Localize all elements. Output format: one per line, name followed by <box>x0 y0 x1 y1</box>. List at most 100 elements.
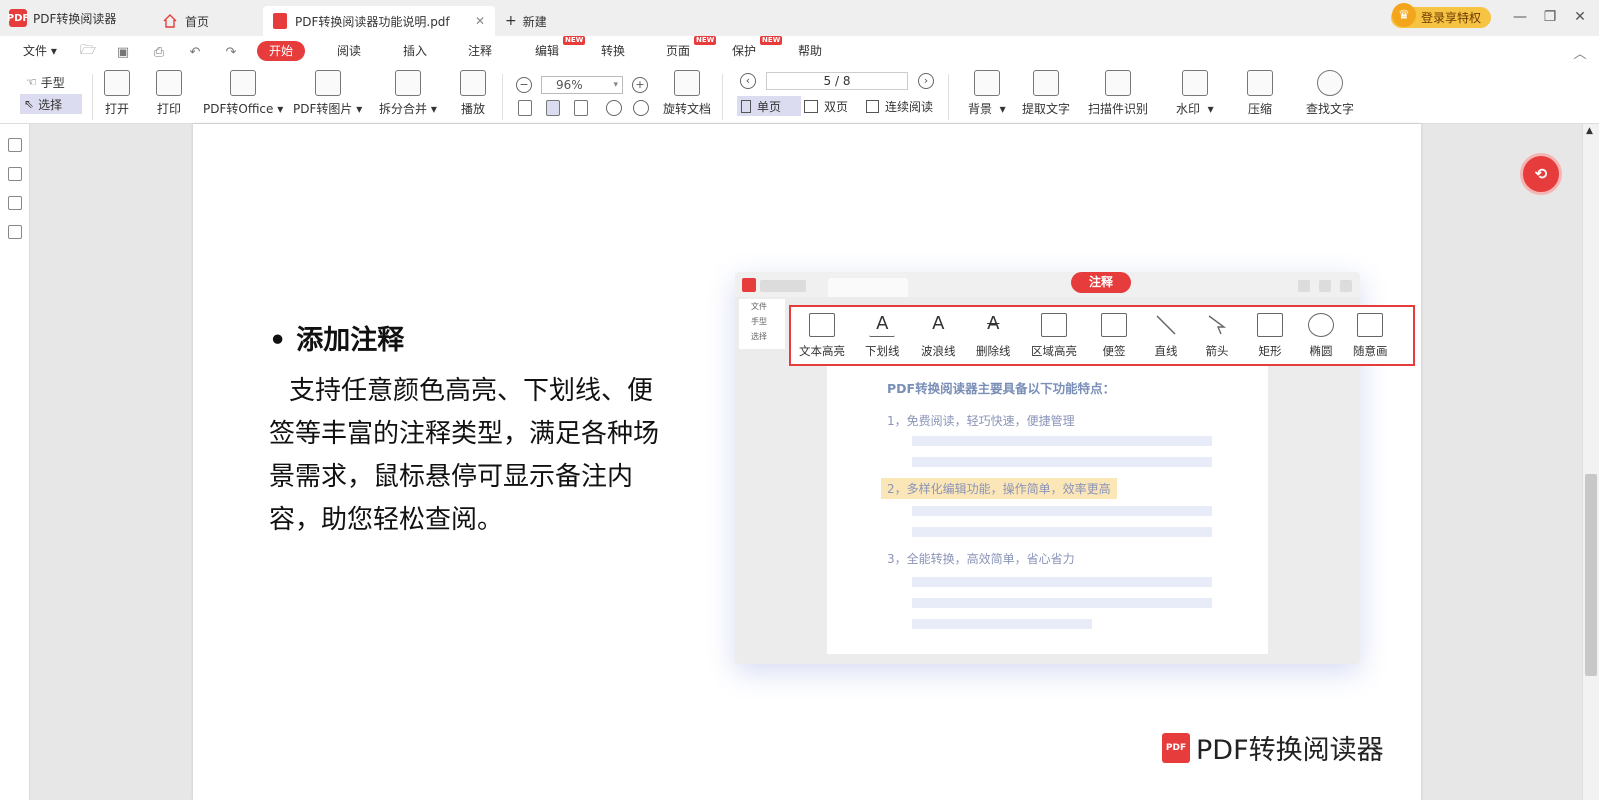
select-tool-button[interactable]: ⇖ 选择 <box>20 94 82 114</box>
menu-help[interactable]: 帮助 <box>798 41 822 61</box>
word-doc-icon <box>230 70 257 96</box>
close-window-button[interactable]: ✕ <box>1565 6 1595 28</box>
save-icon[interactable]: ▣ <box>115 44 131 60</box>
close-tab-icon[interactable]: ✕ <box>475 14 485 28</box>
pdf-to-image-button[interactable]: PDF转图片 ▾ <box>293 70 362 117</box>
search-icon[interactable] <box>8 225 22 239</box>
dropdown-arrow-icon: ▾ <box>427 102 437 116</box>
zoom-out-icon[interactable]: − <box>516 77 532 93</box>
text-highlight-icon <box>809 313 835 337</box>
restore-button[interactable]: ❐ <box>1535 6 1565 28</box>
prev-page-icon[interactable]: ‹ <box>740 73 756 89</box>
rotate-left-icon[interactable] <box>606 100 622 116</box>
scroll-up-icon[interactable]: ▲ <box>1586 126 1593 136</box>
plus-icon: + <box>505 13 517 29</box>
dropdown-arrow-icon: ▾ <box>1200 102 1214 116</box>
fit-width-icon[interactable] <box>574 100 588 116</box>
menu-annotate[interactable]: 注释 <box>468 41 492 61</box>
double-page-button[interactable]: 双页 <box>800 96 852 116</box>
image-doc-icon <box>314 70 341 96</box>
zoom-input[interactable]: 96% ▾ <box>541 76 623 94</box>
redo-icon[interactable]: ↷ <box>223 44 239 60</box>
tab-new[interactable]: + 新建 <box>495 6 585 36</box>
menu-read[interactable]: 阅读 <box>337 41 361 61</box>
continuous-read-label: 连续阅读 <box>885 99 934 114</box>
new-badge: NEW <box>694 36 717 45</box>
mock-doc-line: 1，免费阅读，轻巧快速，便捷管理 <box>887 414 1075 428</box>
annot-label: 箭头 <box>1205 344 1229 358</box>
floating-assistant-button[interactable]: ⟲ <box>1520 153 1562 195</box>
print-button[interactable]: 打印 <box>156 70 182 117</box>
file-menu-label: 文件 <box>23 44 48 58</box>
mock-title-placeholder <box>760 280 806 292</box>
next-page-icon[interactable]: › <box>918 73 934 89</box>
pdf-to-office-button[interactable]: PDF转Office ▾ <box>203 70 283 117</box>
scroll-thumb[interactable] <box>1585 474 1597 676</box>
thumbnails-icon[interactable] <box>8 167 22 181</box>
menu-bar: 文件 ▾ 🗁 ▣ ⎙ ↶ ↷ 开始 阅读 插入 注释 编辑 NEW 转换 页面 NE… <box>0 36 1599 66</box>
mock-window-button <box>1319 280 1331 292</box>
menu-start[interactable]: 开始 <box>257 41 306 61</box>
play-button-label: 播放 <box>460 102 485 116</box>
menu-insert[interactable]: 插入 <box>403 41 427 61</box>
annot-label: 随意画 <box>1353 344 1388 358</box>
minimize-button[interactable]: — <box>1505 6 1535 28</box>
play-button[interactable]: 播放 <box>460 70 486 117</box>
tab-document[interactable]: PDF转换阅读器功能说明.pdf ✕ <box>263 6 495 36</box>
hand-tool-button[interactable]: ☜ 手型 <box>22 72 69 92</box>
annot-ellipse: 椭圆 <box>1308 313 1334 359</box>
zoom-dropdown-icon[interactable]: ▾ <box>613 77 618 93</box>
mock-app-logo <box>742 278 756 292</box>
split-merge-button[interactable]: 拆分合并 ▾ <box>379 70 437 117</box>
single-page-button[interactable]: 单页 <box>737 96 801 116</box>
mock-text-bar <box>912 436 1212 446</box>
menu-convert[interactable]: 转换 <box>601 41 625 61</box>
app-logo-icon: PDF <box>7 9 29 27</box>
print-icon[interactable]: ⎙ <box>151 44 167 60</box>
document-page: • 添加注释 支持任意颜色高亮、下划线、便签等丰富的注释类型，满足各种场景需求，鼠… <box>193 124 1421 800</box>
scan-ocr-label: 扫描件识别 <box>1088 102 1149 116</box>
bookmark-icon[interactable] <box>8 138 22 152</box>
menu-protect-label: 保护 <box>732 44 757 58</box>
file-menu[interactable]: 文件 ▾ <box>23 41 57 61</box>
open-button[interactable]: 打开 <box>104 70 130 117</box>
rotate-document-button[interactable]: 旋转文档 <box>663 70 711 117</box>
menu-page[interactable]: 页面 NEW <box>666 36 717 61</box>
sticky-note-icon <box>1101 313 1127 337</box>
mock-document: PDF转换阅读器主要具备以下功能特点： 1，免费阅读，轻巧快速，便捷管理 2，多… <box>827 364 1268 654</box>
annot-label: 区域高亮 <box>1031 344 1077 358</box>
watermark-button[interactable]: 水印 ▾ <box>1176 70 1214 117</box>
comments-icon[interactable] <box>8 196 22 210</box>
new-badge: NEW <box>563 36 586 45</box>
background-button[interactable]: 背景 ▾ <box>968 70 1006 117</box>
compress-label: 压缩 <box>1247 102 1272 116</box>
find-text-button[interactable]: 查找文字 <box>1306 70 1354 117</box>
open-button-label: 打开 <box>104 102 129 116</box>
compress-button[interactable]: 压缩 <box>1247 70 1273 117</box>
fit-page-icon[interactable] <box>546 100 560 116</box>
actual-size-icon[interactable] <box>518 100 532 116</box>
section-heading: • 添加注释 <box>269 318 404 357</box>
rotate-right-icon[interactable] <box>633 100 649 116</box>
undo-icon[interactable]: ↶ <box>187 44 203 60</box>
printer-icon <box>156 70 182 96</box>
extract-text-button[interactable]: 提取文字 <box>1022 70 1070 117</box>
annot-label: 下划线 <box>865 344 900 358</box>
continuous-read-button[interactable]: 连续阅读 <box>862 96 937 116</box>
zoom-value: 96% <box>556 78 583 92</box>
vertical-scrollbar[interactable]: ▲ <box>1582 124 1599 800</box>
open-folder-icon[interactable]: 🗁 <box>80 43 96 60</box>
mock-doc-line-highlighted: 2，多样化编辑功能，操作简单，效率更高 <box>881 478 1117 499</box>
collapse-ribbon-icon[interactable]: ︿ <box>1572 44 1588 62</box>
menu-edit[interactable]: 编辑 NEW <box>535 36 586 61</box>
magnifier-icon <box>1317 70 1343 96</box>
tab-home[interactable]: 首页 <box>153 6 263 36</box>
assistant-logo-icon: ⟲ <box>1534 165 1548 183</box>
menu-protect[interactable]: 保护 NEW <box>732 36 783 61</box>
zoom-in-icon[interactable]: + <box>632 77 648 93</box>
scan-ocr-button[interactable]: 扫描件识别 <box>1088 70 1148 117</box>
underline-icon: A <box>869 313 896 337</box>
dropdown-arrow-icon: ▾ <box>992 102 1006 116</box>
mock-doc-line: 3，全能转换，高效简单，省心省力 <box>887 552 1075 566</box>
page-number-input[interactable]: 5 / 8 <box>766 72 908 90</box>
